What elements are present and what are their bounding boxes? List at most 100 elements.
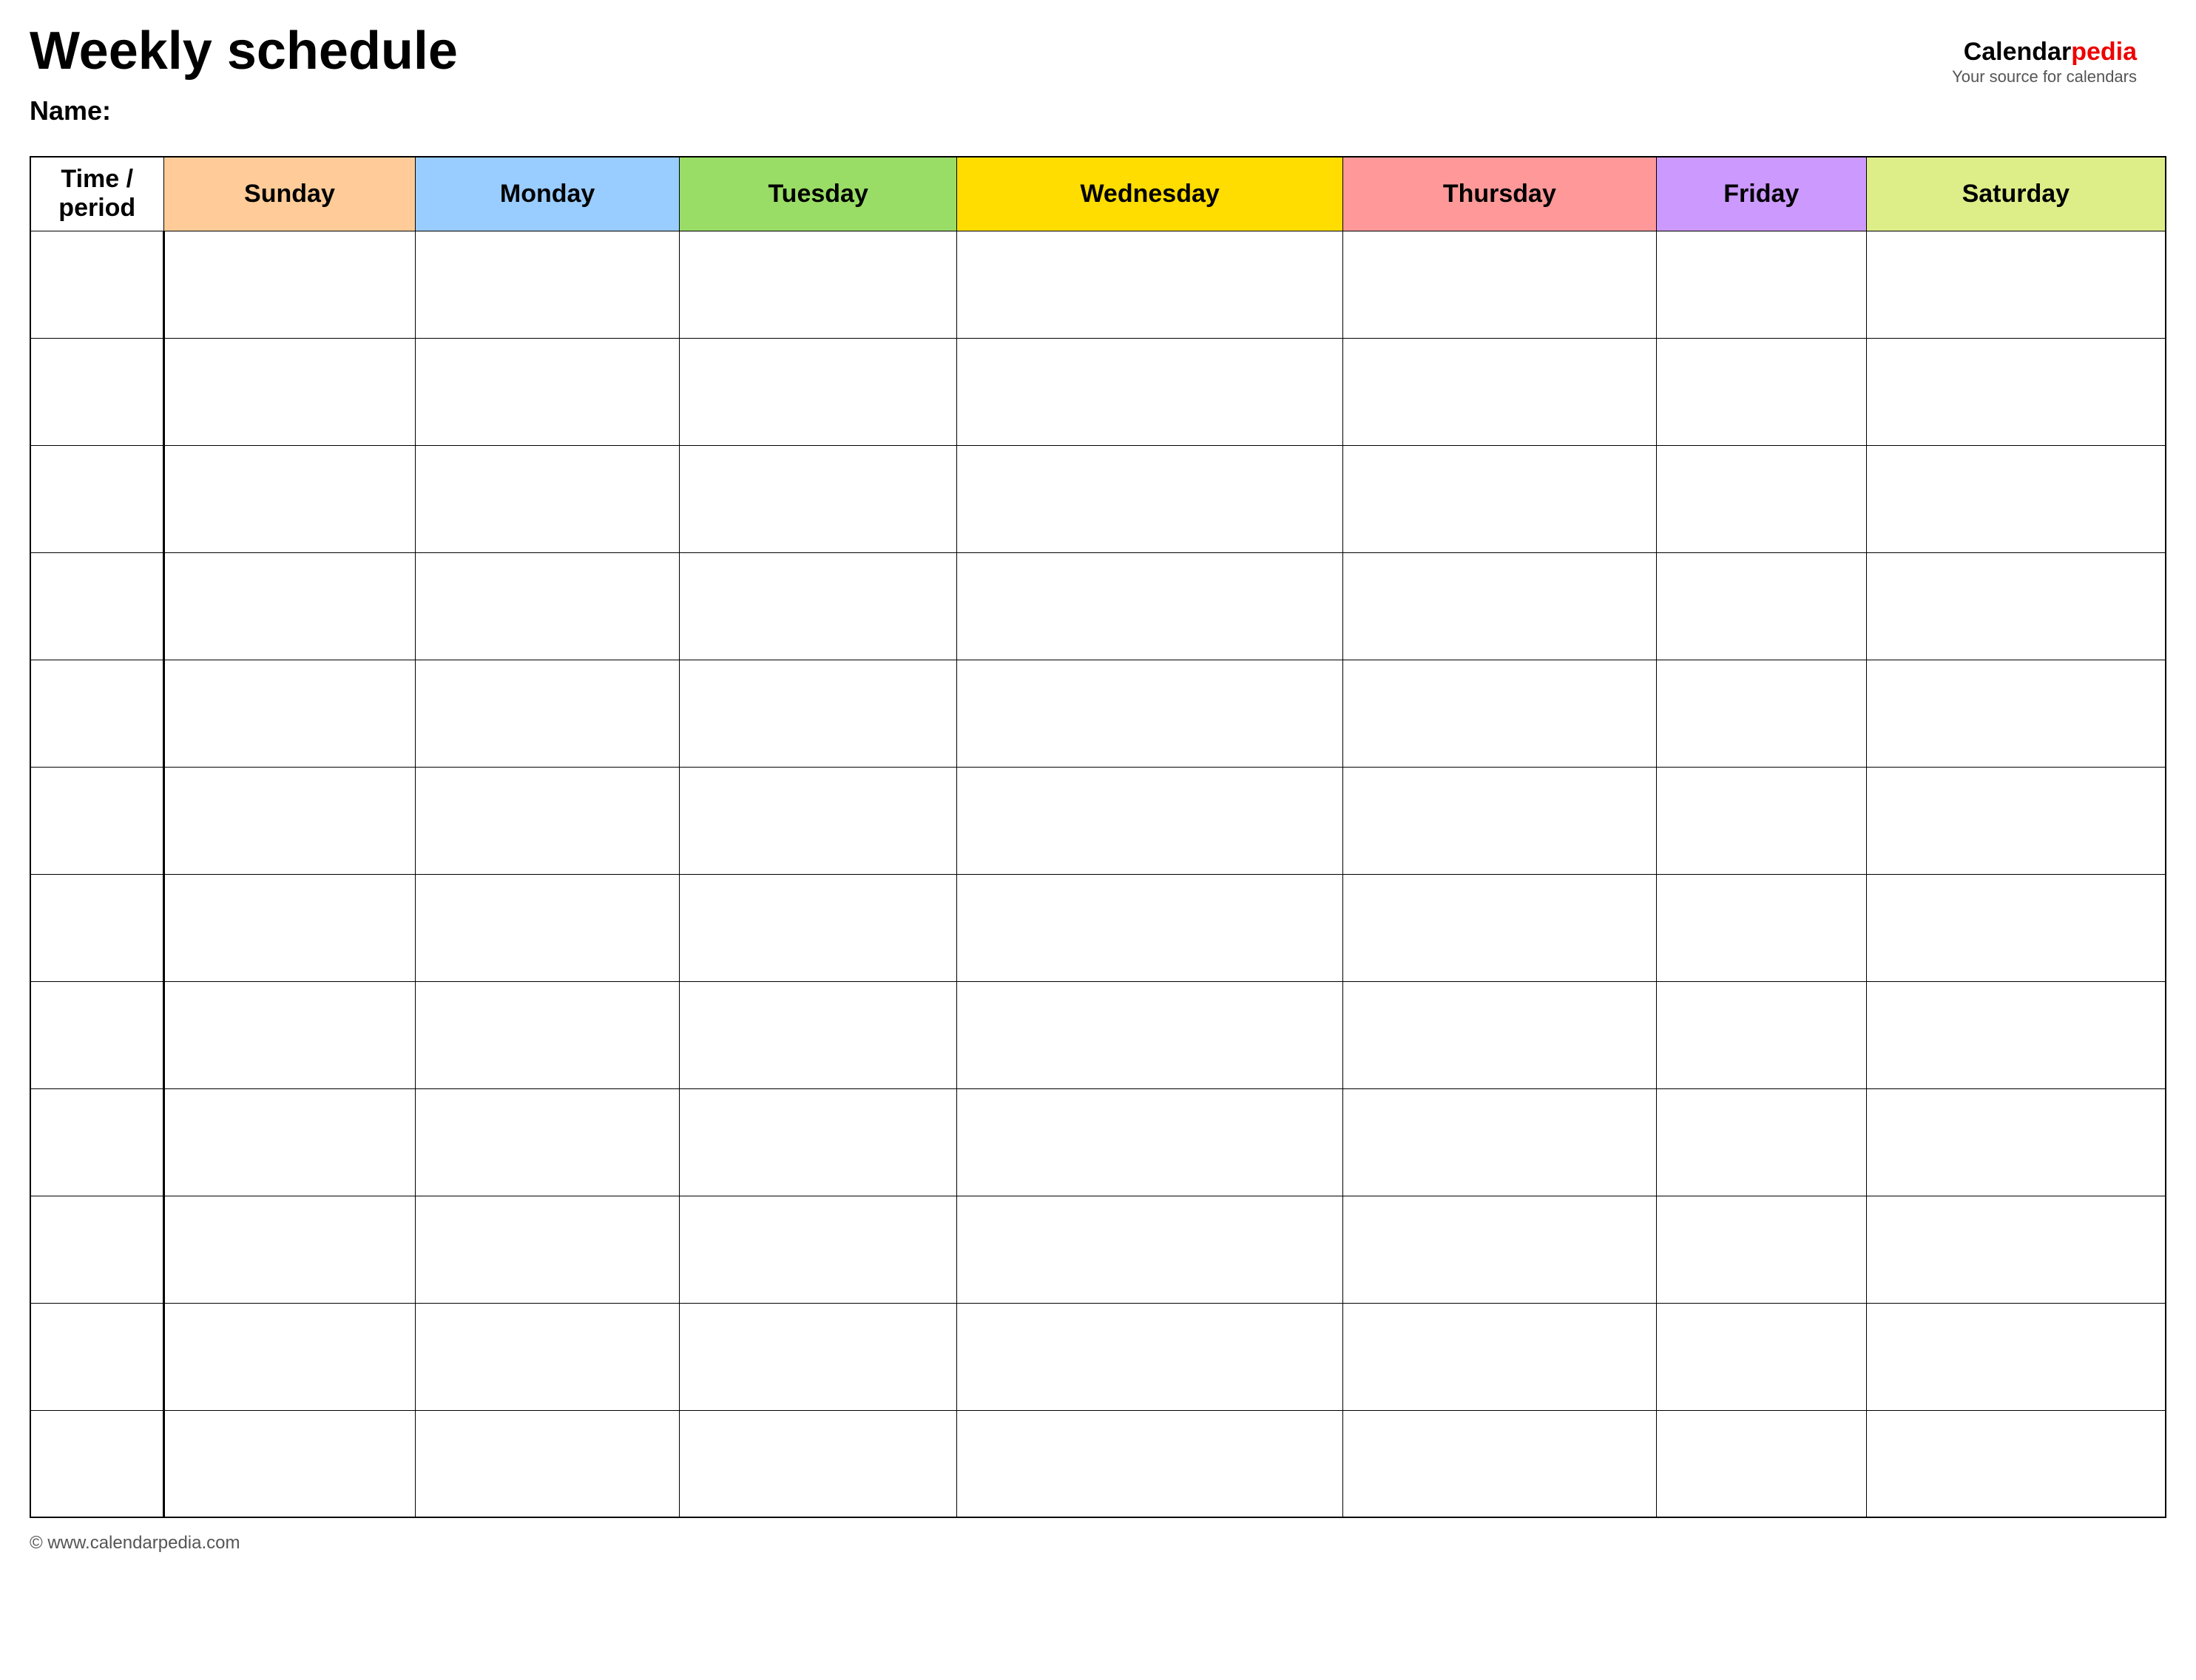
cell-row4-thursday <box>1342 660 1656 767</box>
cell-row7-tuesday <box>679 981 957 1088</box>
page-title: Weekly schedule <box>30 22 2166 81</box>
logo-tagline: Your source for calendars <box>1952 67 2137 87</box>
cell-row2-wednesday <box>957 445 1342 552</box>
cell-row2-sunday <box>163 445 416 552</box>
cell-row10-friday <box>1656 1303 1866 1410</box>
cell-row10-sunday <box>163 1303 416 1410</box>
cell-row1-thursday <box>1342 338 1656 445</box>
cell-row11-thursday <box>1342 1410 1656 1517</box>
cell-row11-friday <box>1656 1410 1866 1517</box>
cell-row4-sunday <box>163 660 416 767</box>
cell-row8-sunday <box>163 1088 416 1196</box>
table-row <box>30 874 2166 981</box>
cell-row1-sunday <box>163 338 416 445</box>
header-saturday: Saturday <box>1866 157 2166 231</box>
cell-row7-wednesday <box>957 981 1342 1088</box>
logo-brand-part2: pedia <box>2071 38 2137 66</box>
cell-row0-monday <box>416 231 679 338</box>
cell-row9-time <box>30 1196 163 1303</box>
cell-row3-sunday <box>163 552 416 660</box>
cell-row0-saturday <box>1866 231 2166 338</box>
cell-row6-saturday <box>1866 874 2166 981</box>
cell-row8-wednesday <box>957 1088 1342 1196</box>
cell-row10-tuesday <box>679 1303 957 1410</box>
table-row <box>30 445 2166 552</box>
cell-row5-thursday <box>1342 767 1656 874</box>
cell-row8-monday <box>416 1088 679 1196</box>
cell-row3-saturday <box>1866 552 2166 660</box>
cell-row9-saturday <box>1866 1196 2166 1303</box>
cell-row6-thursday <box>1342 874 1656 981</box>
cell-row10-monday <box>416 1303 679 1410</box>
cell-row10-saturday <box>1866 1303 2166 1410</box>
cell-row5-time <box>30 767 163 874</box>
cell-row9-wednesday <box>957 1196 1342 1303</box>
cell-row1-wednesday <box>957 338 1342 445</box>
cell-row5-tuesday <box>679 767 957 874</box>
cell-row1-monday <box>416 338 679 445</box>
header-tuesday: Tuesday <box>679 157 957 231</box>
cell-row9-monday <box>416 1196 679 1303</box>
cell-row11-time <box>30 1410 163 1517</box>
cell-row11-wednesday <box>957 1410 1342 1517</box>
cell-row2-tuesday <box>679 445 957 552</box>
table-row <box>30 231 2166 338</box>
cell-row1-saturday <box>1866 338 2166 445</box>
logo-brand-part1: Calendar <box>1964 38 2072 66</box>
cell-row4-saturday <box>1866 660 2166 767</box>
cell-row2-thursday <box>1342 445 1656 552</box>
cell-row6-sunday <box>163 874 416 981</box>
cell-row10-time <box>30 1303 163 1410</box>
cell-row11-monday <box>416 1410 679 1517</box>
cell-row8-time <box>30 1088 163 1196</box>
cell-row7-saturday <box>1866 981 2166 1088</box>
cell-row9-friday <box>1656 1196 1866 1303</box>
table-row <box>30 1303 2166 1410</box>
cell-row1-time <box>30 338 163 445</box>
header-time: Time / period <box>30 157 163 231</box>
cell-row10-thursday <box>1342 1303 1656 1410</box>
cell-row9-sunday <box>163 1196 416 1303</box>
cell-row3-friday <box>1656 552 1866 660</box>
header-monday: Monday <box>416 157 679 231</box>
cell-row7-friday <box>1656 981 1866 1088</box>
cell-row3-monday <box>416 552 679 660</box>
cell-row5-sunday <box>163 767 416 874</box>
cell-row9-tuesday <box>679 1196 957 1303</box>
footer-url: © www.calendarpedia.com <box>30 1533 2166 1554</box>
cell-row11-saturday <box>1866 1410 2166 1517</box>
cell-row8-tuesday <box>679 1088 957 1196</box>
cell-row8-friday <box>1656 1088 1866 1196</box>
cell-row3-wednesday <box>957 552 1342 660</box>
cell-row7-time <box>30 981 163 1088</box>
cell-row6-time <box>30 874 163 981</box>
cell-row0-sunday <box>163 231 416 338</box>
cell-row2-time <box>30 445 163 552</box>
table-row <box>30 981 2166 1088</box>
footer-url-text: calendarpedia.com <box>90 1533 240 1553</box>
cell-row4-time <box>30 660 163 767</box>
cell-row2-friday <box>1656 445 1866 552</box>
header-sunday: Sunday <box>163 157 416 231</box>
cell-row4-friday <box>1656 660 1866 767</box>
header-thursday: Thursday <box>1342 157 1656 231</box>
cell-row7-sunday <box>163 981 416 1088</box>
cell-row3-time <box>30 552 163 660</box>
table-row <box>30 1410 2166 1517</box>
cell-row9-thursday <box>1342 1196 1656 1303</box>
weekly-schedule-table: Time / periodSundayMondayTuesdayWednesda… <box>30 156 2166 1518</box>
cell-row3-thursday <box>1342 552 1656 660</box>
cell-row0-tuesday <box>679 231 957 338</box>
cell-row6-tuesday <box>679 874 957 981</box>
cell-row5-saturday <box>1866 767 2166 874</box>
cell-row8-saturday <box>1866 1088 2166 1196</box>
table-row <box>30 552 2166 660</box>
table-row <box>30 660 2166 767</box>
cell-row4-wednesday <box>957 660 1342 767</box>
cell-row7-thursday <box>1342 981 1656 1088</box>
cell-row7-monday <box>416 981 679 1088</box>
logo-area: Calendarpedia Your source for calendars <box>1952 37 2137 87</box>
cell-row1-friday <box>1656 338 1866 445</box>
header-friday: Friday <box>1656 157 1866 231</box>
cell-row5-wednesday <box>957 767 1342 874</box>
